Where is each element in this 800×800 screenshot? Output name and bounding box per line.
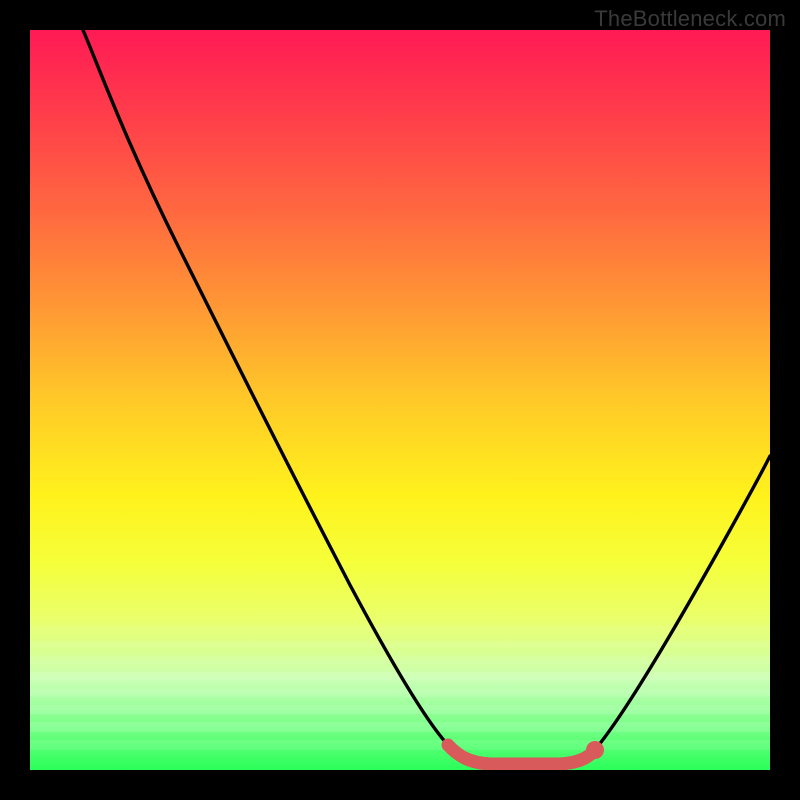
chart-plot-area <box>30 30 770 770</box>
background-gradient <box>30 30 770 770</box>
attribution-text: TheBottleneck.com <box>594 6 786 32</box>
